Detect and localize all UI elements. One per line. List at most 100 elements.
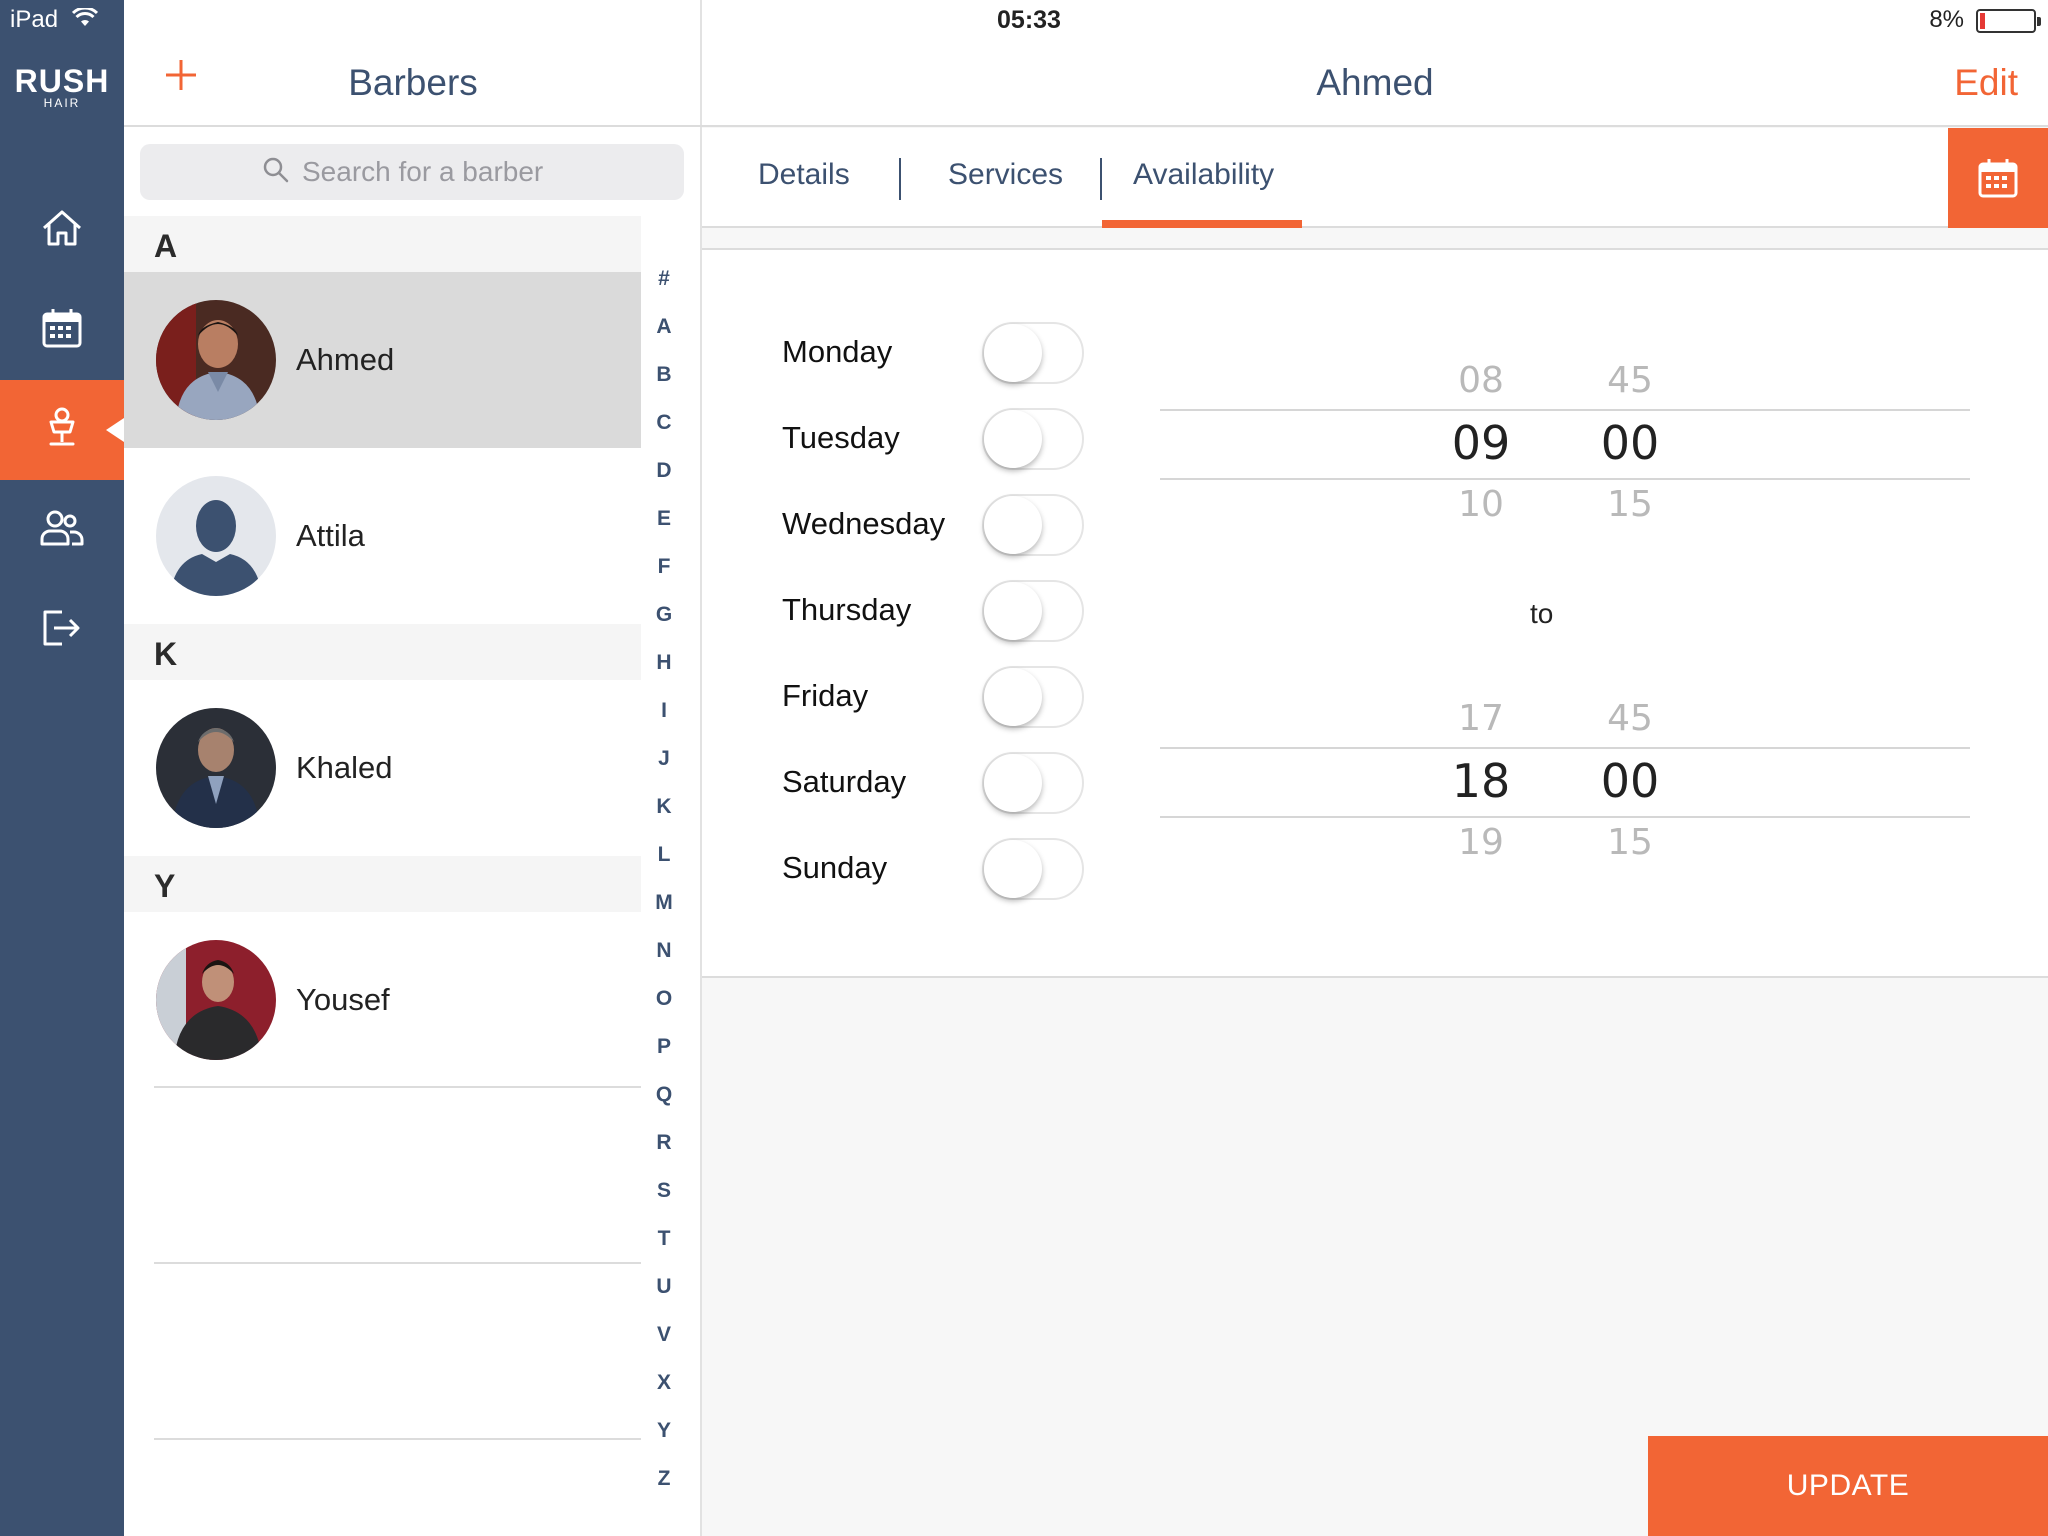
picker-line [1160, 816, 1970, 818]
day-label-saturday: Saturday [782, 764, 907, 799]
search-bar[interactable] [140, 144, 684, 200]
logout-icon [40, 607, 84, 654]
edit-button[interactable]: Edit [1954, 62, 2018, 104]
index-letter[interactable]: B [644, 360, 684, 408]
clients-icon [39, 508, 85, 553]
index-letter[interactable]: V [644, 1320, 684, 1368]
home-icon [40, 208, 84, 253]
active-tab-indicator [1102, 220, 1302, 228]
start-time-picker[interactable]: 08 09 10 45 00 15 [1160, 354, 1970, 554]
index-letter[interactable]: C [644, 408, 684, 456]
index-letter[interactable]: F [644, 552, 684, 600]
battery-icon [1976, 9, 2041, 33]
index-letter[interactable]: D [644, 456, 684, 504]
barber-name: Yousef [296, 982, 390, 1017]
barber-row-yousef[interactable]: Yousef [124, 912, 641, 1088]
index-letter[interactable]: Q [644, 1080, 684, 1128]
section-header-a: A [124, 216, 641, 272]
index-letter[interactable]: J [644, 744, 684, 792]
toggle-sunday[interactable] [982, 838, 1084, 900]
index-letter[interactable]: P [644, 1032, 684, 1080]
index-letter[interactable]: S [644, 1176, 684, 1224]
battery-percent: 8% [1929, 6, 1964, 33]
toggle-monday[interactable] [982, 322, 1084, 384]
toggle-tuesday[interactable] [982, 408, 1084, 470]
nav-barbers[interactable] [0, 380, 124, 480]
index-letter[interactable]: H [644, 648, 684, 696]
index-letter[interactable]: Z [644, 1464, 684, 1512]
tab-separator [899, 158, 901, 200]
index-letter[interactable]: G [644, 600, 684, 648]
toggle-wednesday[interactable] [982, 494, 1084, 556]
index-letter[interactable]: U [644, 1272, 684, 1320]
index-letter[interactable]: L [644, 840, 684, 888]
picker-line [1160, 747, 1970, 749]
barber-row-khaled[interactable]: Khaled [124, 680, 641, 856]
search-input[interactable] [302, 156, 562, 188]
search-icon [262, 156, 290, 189]
alphabet-index[interactable]: # A B C D E F G H I J K L M N O P Q R S T U V X Y Z [644, 264, 684, 1512]
avatar [156, 300, 276, 420]
toggle-saturday[interactable] [982, 752, 1084, 814]
minute-prev: 45 [1607, 698, 1653, 739]
section-header-y: Y [124, 856, 641, 912]
index-letter[interactable]: O [644, 984, 684, 1032]
nav-calendar[interactable] [0, 280, 124, 380]
tab-services[interactable]: Services [948, 158, 1063, 192]
barbers-title: Barbers [348, 62, 478, 103]
calendar-icon [41, 307, 83, 354]
barbers-list-panel: Barbers A Ahmed Attila K Khaled Y Yousef [124, 0, 702, 1536]
hour-selected: 18 [1451, 754, 1511, 808]
hour-next: 10 [1458, 484, 1504, 525]
picker-line [1160, 478, 1970, 480]
to-label: to [1530, 598, 1554, 629]
index-letter[interactable]: T [644, 1224, 684, 1272]
tab-availability[interactable]: Availability [1133, 158, 1274, 192]
minute-prev: 45 [1607, 360, 1653, 401]
index-letter[interactable]: Y [644, 1416, 684, 1464]
day-label-friday: Friday [782, 678, 869, 713]
avatar [156, 940, 276, 1060]
toggle-friday[interactable] [982, 666, 1084, 728]
avatar-placeholder [156, 476, 276, 596]
calendar-icon [1978, 159, 2018, 198]
day-label-tuesday: Tuesday [782, 420, 900, 455]
nav-home[interactable] [0, 180, 124, 280]
day-label-wednesday: Wednesday [782, 506, 946, 541]
index-letter[interactable]: # [644, 264, 684, 312]
clock: 05:33 [997, 6, 1061, 34]
index-letter[interactable]: K [644, 792, 684, 840]
barber-title: Ahmed [1316, 62, 1434, 103]
index-letter[interactable]: A [644, 312, 684, 360]
index-letter[interactable]: X [644, 1368, 684, 1416]
index-letter[interactable]: I [644, 696, 684, 744]
index-letter[interactable]: R [644, 1128, 684, 1176]
index-letter[interactable]: M [644, 888, 684, 936]
barber-name: Khaled [296, 750, 393, 785]
nav-logout[interactable] [0, 580, 124, 680]
section-header-k: K [124, 624, 641, 680]
day-label-monday: Monday [782, 334, 893, 369]
update-button[interactable]: UPDATE [1648, 1436, 2048, 1536]
hour-next: 19 [1458, 822, 1504, 863]
barber-row-attila[interactable]: Attila [124, 448, 641, 624]
calendar-button[interactable] [1948, 128, 2048, 228]
status-bar: iPad 05:33 8% [0, 0, 2048, 40]
day-label-sunday: Sunday [782, 850, 888, 885]
index-letter[interactable]: E [644, 504, 684, 552]
list-divider [154, 1262, 641, 1264]
list-divider [154, 1438, 641, 1440]
day-label-thursday: Thursday [782, 592, 912, 627]
detail-tabs: Details Services Availability [702, 128, 2048, 228]
tab-details[interactable]: Details [758, 158, 850, 192]
end-time-picker[interactable]: 17 18 19 45 00 15 [1160, 692, 1970, 892]
side-navigation: RUSH HAIR [0, 0, 124, 1536]
hour-prev: 17 [1458, 698, 1504, 739]
barber-name: Ahmed [296, 342, 395, 377]
toggle-thursday[interactable] [982, 580, 1084, 642]
barber-row-ahmed[interactable]: Ahmed [124, 272, 641, 448]
index-letter[interactable]: N [644, 936, 684, 984]
tab-separator [1100, 158, 1102, 200]
nav-clients[interactable] [0, 480, 124, 580]
barber-detail-panel: Ahmed Edit Details Services Availability… [702, 0, 2048, 1536]
